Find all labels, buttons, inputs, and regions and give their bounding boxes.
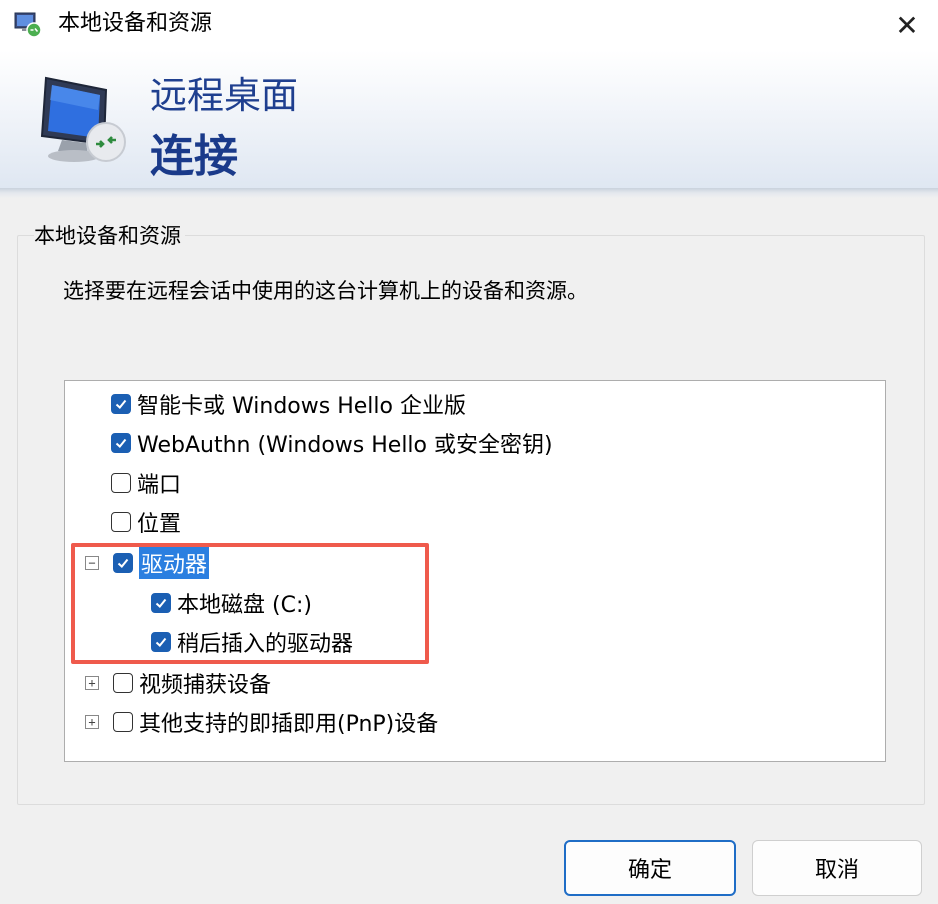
checkbox-unchecked-icon[interactable] (111, 512, 131, 532)
banner-divider (0, 188, 938, 198)
header-banner: 远程桌面 连接 (0, 50, 938, 188)
checkbox-checked-icon[interactable] (151, 593, 171, 613)
list-item-location[interactable]: 位置 (111, 503, 181, 541)
list-item-ports[interactable]: 端口 (111, 464, 181, 502)
list-item-label: 智能卡或 Windows Hello 企业版 (137, 394, 466, 419)
expand-icon[interactable]: + (85, 676, 99, 690)
list-item-label: 位置 (137, 512, 182, 537)
banner-title-connection: 连接 (150, 131, 238, 182)
checkbox-unchecked-icon[interactable] (113, 712, 133, 732)
device-list[interactable]: 智能卡或 Windows Hello 企业版 WebAuthn (Windows… (64, 380, 886, 762)
groupbox-description: 选择要在远程会话中使用的这台计算机上的设备和资源。 (63, 279, 588, 303)
checkbox-checked-icon[interactable] (111, 394, 131, 414)
groupbox-legend: 本地设备和资源 (34, 221, 185, 251)
checkbox-checked-icon[interactable] (113, 553, 133, 573)
list-item-webauthn[interactable]: WebAuthn (Windows Hello 或安全密钥) (111, 424, 553, 462)
collapse-icon[interactable]: − (85, 556, 99, 570)
list-item-local-disk-c[interactable]: 本地磁盘 (C:) (151, 584, 312, 622)
ok-button[interactable]: 确定 (564, 840, 736, 896)
list-item-label-selected: 驱动器 (139, 547, 210, 579)
expand-icon[interactable]: + (85, 715, 99, 729)
window-title: 本地设备和资源 (58, 11, 213, 36)
list-item-pnp-devices[interactable]: + 其他支持的即插即用(PnP)设备 (85, 703, 438, 741)
checkbox-unchecked-icon[interactable] (111, 473, 131, 493)
list-item-smartcard[interactable]: 智能卡或 Windows Hello 企业版 (111, 385, 466, 423)
list-item-label: WebAuthn (Windows Hello 或安全密钥) (137, 433, 553, 458)
cancel-button[interactable]: 取消 (752, 840, 922, 896)
checkbox-unchecked-icon[interactable] (113, 673, 133, 693)
close-icon[interactable]: ✕ (876, 0, 938, 50)
list-item-label: 稍后插入的驱动器 (177, 632, 354, 657)
list-item-later-drives[interactable]: 稍后插入的驱动器 (151, 623, 353, 661)
checkbox-checked-icon[interactable] (111, 433, 131, 453)
list-item-video-capture[interactable]: + 视频捕获设备 (85, 664, 271, 702)
list-item-label: 视频捕获设备 (139, 673, 272, 698)
list-item-drives[interactable]: − 驱动器 (85, 544, 210, 582)
title-bar: 本地设备和资源 ✕ (0, 0, 938, 50)
list-item-label: 本地磁盘 (C:) (177, 593, 312, 618)
list-item-label: 其他支持的即插即用(PnP)设备 (139, 712, 439, 737)
checkbox-checked-icon[interactable] (151, 632, 171, 652)
remote-desktop-monitor-icon (28, 70, 130, 170)
banner-title-remote-desktop: 远程桌面 (150, 74, 298, 117)
list-item-label: 端口 (137, 473, 182, 498)
remote-desktop-app-icon (14, 12, 42, 38)
